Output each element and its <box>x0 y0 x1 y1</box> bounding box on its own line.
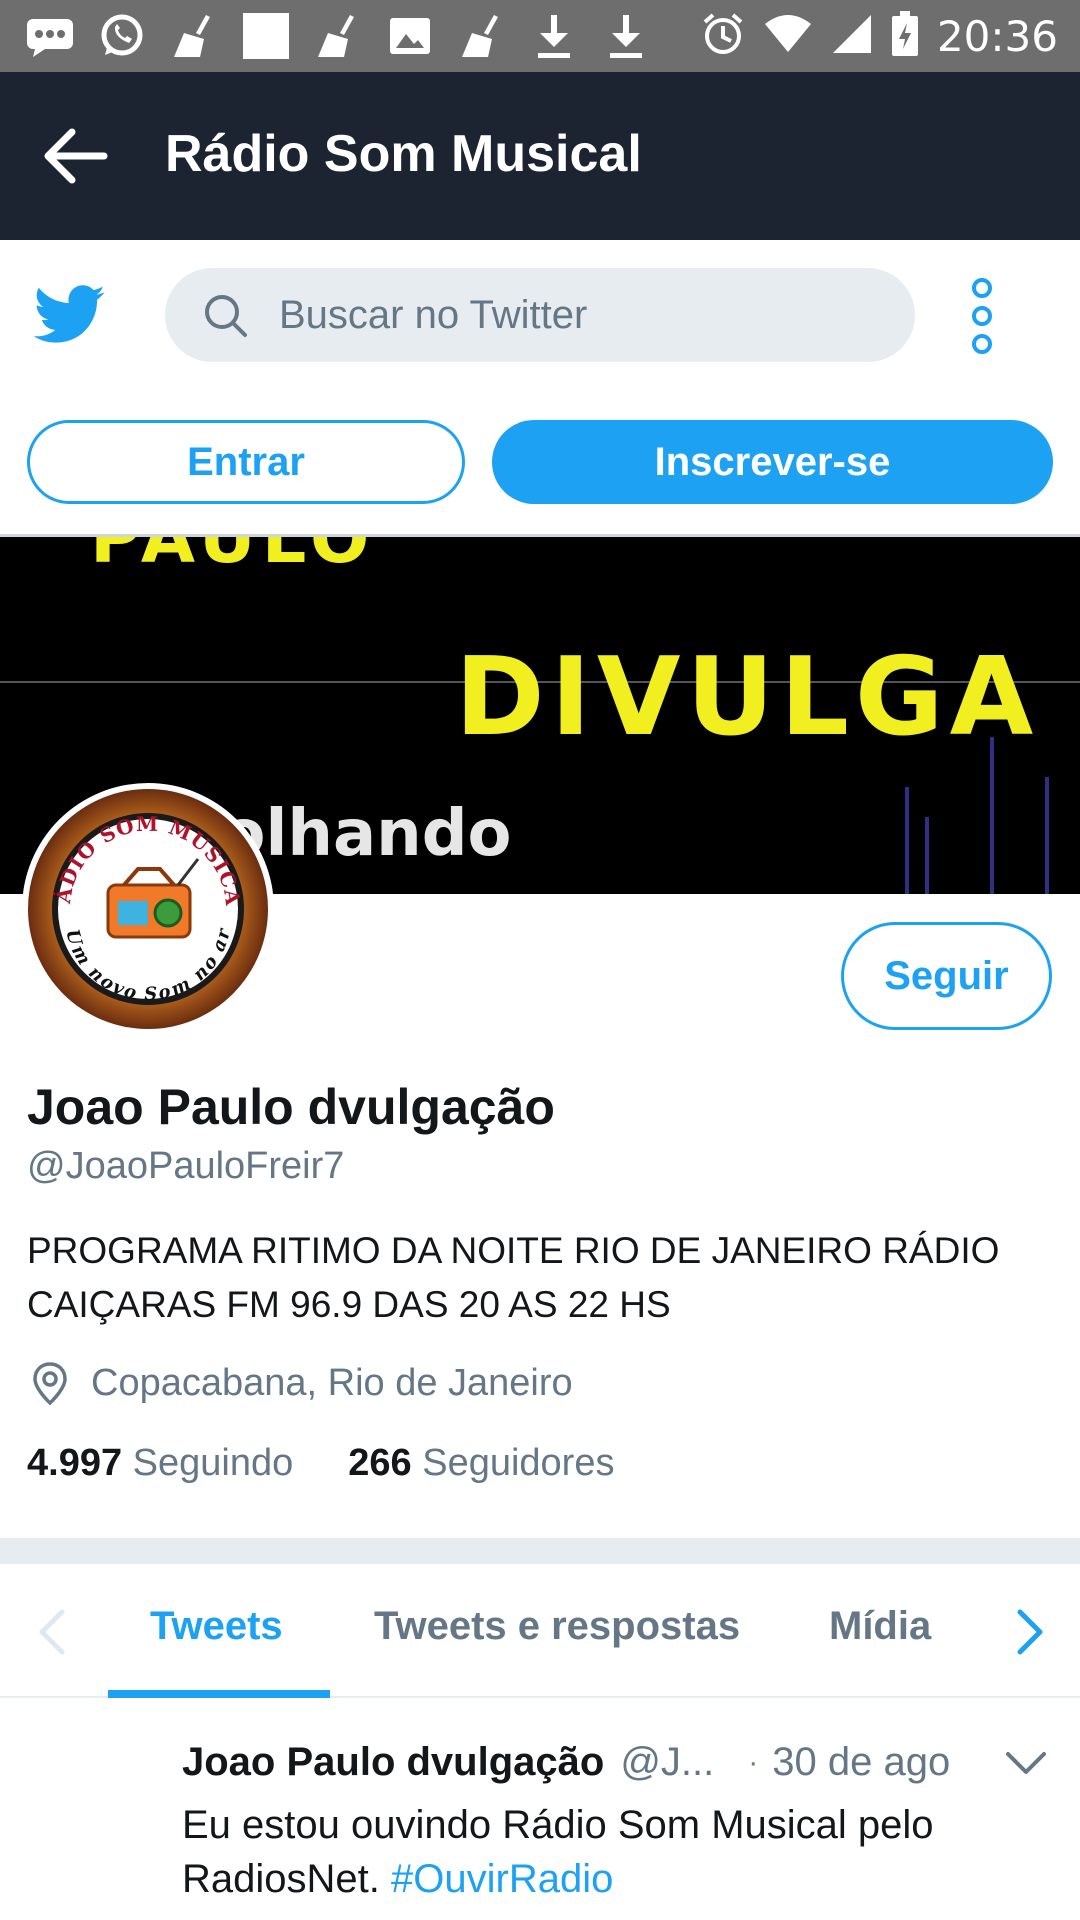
auth-buttons: Entrar Inscrever-se <box>0 418 1080 506</box>
tweet-hashtag[interactable]: #OuvirRadio <box>391 1857 613 1901</box>
signup-button[interactable]: Inscrever-se <box>492 420 1053 504</box>
tab-media[interactable]: Mídia <box>829 1604 931 1649</box>
broom-icon <box>312 13 364 59</box>
whatsapp-icon <box>96 13 148 59</box>
twitter-header: Buscar no Twitter <box>0 240 1080 390</box>
chevron-left-icon[interactable] <box>34 1606 70 1658</box>
login-button[interactable]: Entrar <box>27 420 465 504</box>
followers-count: 266 <box>348 1442 412 1484</box>
battery-icon <box>891 10 919 62</box>
profile-name: Joao Paulo dvulgação <box>27 1079 555 1135</box>
search-placeholder: Buscar no Twitter <box>279 292 588 337</box>
section-divider <box>0 1538 1080 1564</box>
blank-square-icon <box>240 13 292 59</box>
app-title: Rádio Som Musical <box>165 125 642 183</box>
more-options-button[interactable] <box>960 278 1004 354</box>
chevron-down-icon[interactable] <box>1004 1744 1048 1784</box>
profile-location: Copacabana, Rio de Janeiro <box>27 1360 573 1406</box>
more-dot-icon <box>972 306 992 326</box>
more-dot-icon <box>972 334 992 354</box>
tab-tweets-replies[interactable]: Tweets e respostas <box>374 1604 740 1649</box>
tweet-author[interactable]: Joao Paulo dvulgação <box>182 1740 604 1785</box>
app-bar: Rádio Som Musical <box>0 72 1080 240</box>
tweet-time[interactable]: 30 de ago <box>772 1740 950 1785</box>
image-icon <box>384 13 436 59</box>
messages-icon <box>24 13 76 59</box>
alarm-icon <box>701 12 745 61</box>
followers-label: Seguidores <box>422 1442 615 1484</box>
broom-icon <box>456 13 508 59</box>
profile-handle: @JoaoPauloFreir7 <box>27 1145 345 1187</box>
back-arrow-icon <box>44 128 108 184</box>
tab-tweets[interactable]: Tweets <box>150 1604 283 1649</box>
banner-streak <box>925 817 929 894</box>
profile-stats: 4.997 Seguindo 266 Seguidores <box>27 1442 614 1485</box>
wifi-icon <box>763 14 813 59</box>
following-count: 4.997 <box>27 1442 123 1484</box>
profile-tabs: Tweets Tweets e respostas Mídia <box>0 1564 1080 1698</box>
chevron-right-icon[interactable] <box>1012 1606 1048 1658</box>
following-stat[interactable]: 4.997 Seguindo <box>27 1442 293 1485</box>
active-tab-indicator <box>108 1690 330 1698</box>
location-text: Copacabana, Rio de Janeiro <box>91 1361 573 1404</box>
following-label: Seguindo <box>132 1442 294 1484</box>
tweet-separator: · <box>748 1745 759 1779</box>
tweet-text: Eu estou ouvindo Rádio Som Musical pelo … <box>182 1798 1062 1906</box>
followers-stat[interactable]: 266 Seguidores <box>348 1442 614 1485</box>
status-time: 20:36 <box>936 11 1058 61</box>
more-dot-icon <box>972 278 992 298</box>
tweet[interactable]: Joao Paulo dvulgação @J... · 30 de ago E… <box>0 1700 1080 1920</box>
broom-icon <box>168 13 220 59</box>
download-icon <box>600 13 652 59</box>
search-icon <box>205 295 247 337</box>
search-input[interactable]: Buscar no Twitter <box>165 268 915 362</box>
tweet-header: Joao Paulo dvulgação @J... · 30 de ago <box>182 1740 950 1785</box>
back-button[interactable] <box>36 120 116 192</box>
banner-streak <box>990 737 994 894</box>
banner-text-top: PAULO <box>90 534 376 579</box>
banner-text-main: DIVULGA <box>455 635 1040 760</box>
follow-button[interactable]: Seguir <box>841 922 1052 1030</box>
signal-icon <box>831 13 873 60</box>
tweet-handle[interactable]: @J... <box>620 1740 714 1785</box>
banner-streak <box>1045 777 1049 894</box>
banner-streak <box>905 787 909 894</box>
location-pin-icon <box>33 1362 67 1406</box>
download-icon <box>528 13 580 59</box>
status-bar: 20:36 <box>0 0 1080 72</box>
profile-bio: PROGRAMA RITIMO DA NOITE RIO DE JANEIRO … <box>27 1230 1000 1325</box>
avatar[interactable]: RÁDIO SOM MUSICAL Um novo Som no ar <box>22 783 274 1035</box>
radio-logo-image: RÁDIO SOM MUSICAL Um novo Som no ar <box>28 789 268 1029</box>
twitter-bird-icon[interactable] <box>33 284 106 346</box>
